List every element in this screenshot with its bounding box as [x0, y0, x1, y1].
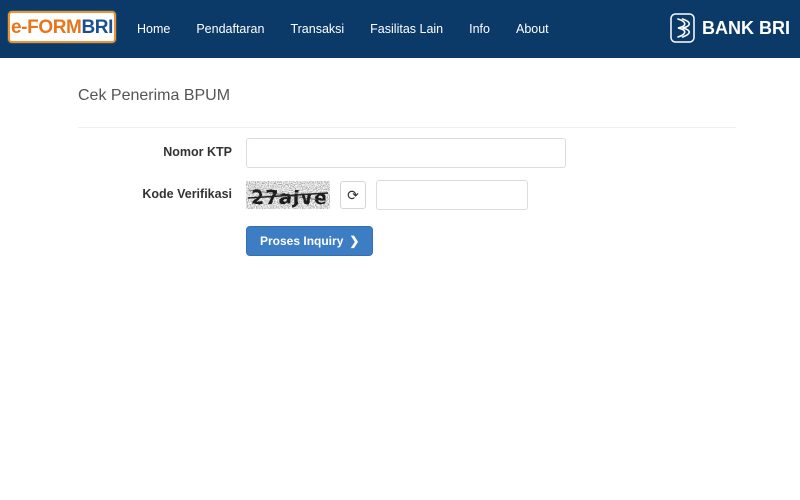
- logo-part-e: e-: [11, 16, 28, 38]
- submit-spacer: [0, 226, 246, 256]
- proses-inquiry-button[interactable]: Proses Inquiry ❯: [246, 226, 374, 256]
- eform-bri-logo[interactable]: e-FORMBRI: [8, 11, 116, 43]
- refresh-captcha-button[interactable]: ⟳: [340, 181, 366, 209]
- nav-item-info[interactable]: Info: [456, 23, 503, 36]
- eform-bri-logo-text: e-FORMBRI: [11, 18, 113, 37]
- bank-bri-mark-icon: [670, 13, 695, 43]
- nav-item-pendaftaran[interactable]: Pendaftaran: [183, 23, 277, 36]
- bpum-check-form: Nomor KTP Kode Verifikasi 27ajve ⟳ Prose…: [0, 138, 800, 256]
- nav-item-about[interactable]: About: [503, 23, 562, 36]
- nav-item-transaksi[interactable]: Transaksi: [277, 23, 357, 36]
- bank-bri-logo: BANK BRI: [670, 13, 790, 43]
- form-row-ktp: Nomor KTP: [0, 138, 800, 168]
- proses-inquiry-label: Proses Inquiry: [260, 234, 344, 248]
- page-title: Cek Penerima BPUM: [78, 87, 231, 104]
- title-divider: [78, 127, 736, 128]
- form-row-captcha: Kode Verifikasi 27ajve ⟳: [0, 180, 800, 210]
- page-content: Cek Penerima BPUM Nomor KTP Kode Verifik…: [0, 58, 800, 500]
- kode-verifikasi-input[interactable]: [376, 180, 528, 210]
- ktp-field-group: [246, 138, 566, 168]
- nav-item-fasilitas-lain[interactable]: Fasilitas Lain: [357, 23, 456, 36]
- captcha-field-group: 27ajve ⟳: [246, 180, 528, 210]
- logo-part-form: FORM: [27, 16, 82, 38]
- captcha-image: 27ajve: [246, 181, 330, 209]
- nomor-ktp-input[interactable]: [246, 138, 566, 168]
- captcha-label: Kode Verifikasi: [142, 187, 232, 201]
- nav-item-home[interactable]: Home: [124, 23, 183, 36]
- chevron-right-icon: ❯: [349, 234, 360, 248]
- site-header: e-FORMBRI Home Pendaftaran Transaksi Fas…: [0, 0, 800, 58]
- captcha-image-svg: 27ajve: [246, 181, 330, 209]
- form-row-submit: Proses Inquiry ❯: [0, 226, 800, 256]
- logo-part-bri: BRI: [81, 16, 113, 38]
- main-navigation: Home Pendaftaran Transaksi Fasilitas Lai…: [124, 0, 562, 58]
- ktp-label: Nomor KTP: [163, 145, 232, 159]
- bank-bri-logo-text: BANK BRI: [702, 18, 790, 38]
